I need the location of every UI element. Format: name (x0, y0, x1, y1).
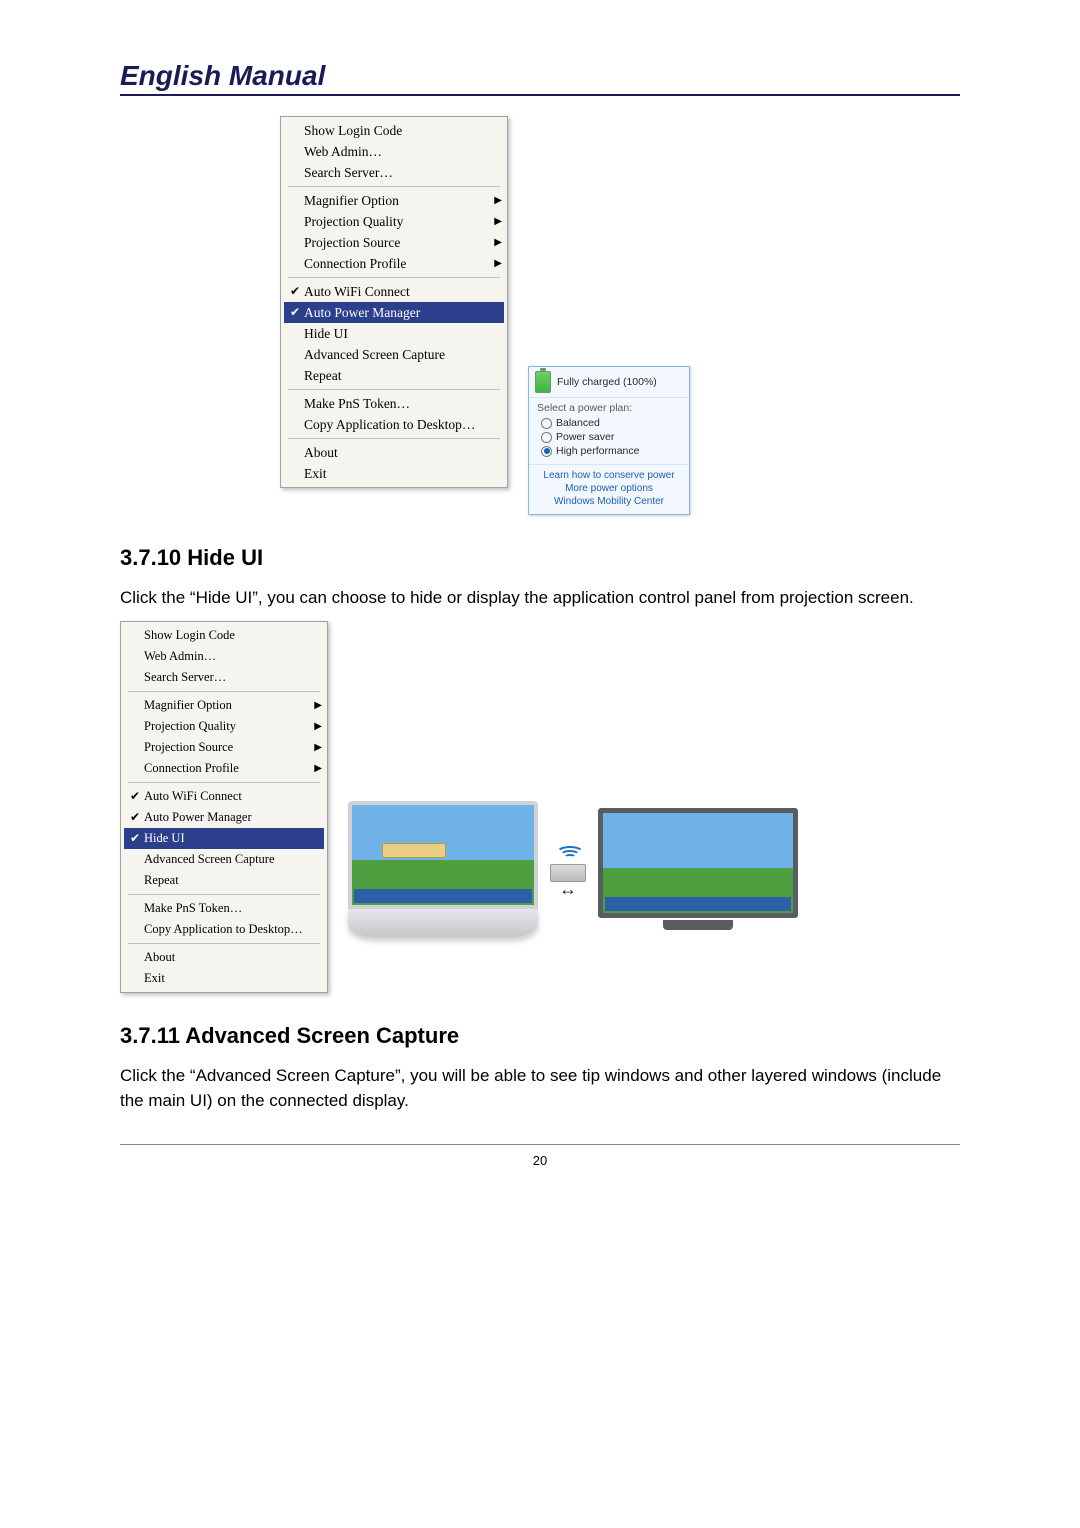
submenu-arrow-icon: ▶ (490, 237, 502, 248)
context-menu-2: Show Login Code Web Admin… Search Server… (120, 621, 328, 993)
section-heading-adv-capture: 3.7.11 Advanced Screen Capture (120, 1023, 960, 1049)
laptop-icon (348, 801, 538, 937)
menu-item-repeat[interactable]: Repeat (124, 870, 324, 891)
power-link[interactable]: Learn how to conserve power (537, 469, 681, 482)
menu-item-about[interactable]: About (284, 442, 504, 463)
projection-illustration: ↔ (348, 801, 798, 937)
battery-icon (535, 371, 551, 393)
menu-item[interactable]: Make PnS Token… (284, 393, 504, 414)
power-plan-option[interactable]: Power saver (537, 430, 681, 444)
radio-icon (541, 418, 552, 429)
submenu-arrow-icon: ▶ (490, 258, 502, 269)
menu-item[interactable]: Magnifier Option▶ (124, 695, 324, 716)
page-number: 20 (533, 1153, 547, 1168)
menu-item-adv-screen-capture[interactable]: Advanced Screen Capture (124, 849, 324, 870)
checkmark-icon: ✔ (126, 831, 144, 846)
menu-item[interactable]: Connection Profile▶ (284, 253, 504, 274)
menu-item[interactable]: Projection Quality▶ (284, 211, 504, 232)
menu-item[interactable]: Magnifier Option▶ (284, 190, 504, 211)
menu-item[interactable]: Search Server… (284, 162, 504, 183)
menu-item[interactable]: Make PnS Token… (124, 898, 324, 919)
menu-item-repeat[interactable]: Repeat (284, 365, 504, 386)
menu-item-exit[interactable]: Exit (284, 463, 504, 484)
select-plan-label: Select a power plan: (537, 402, 681, 414)
menu-item-auto-wifi[interactable]: ✔Auto WiFi Connect (124, 786, 324, 807)
battery-status: Fully charged (100%) (557, 376, 657, 388)
menu-item-auto-power-manager[interactable]: ✔Auto Power Manager (124, 807, 324, 828)
menu-item-auto-wifi[interactable]: ✔Auto WiFi Connect (284, 281, 504, 302)
menu-item[interactable]: Search Server… (124, 667, 324, 688)
page-header: English Manual (120, 60, 960, 96)
menu-item[interactable]: Projection Source▶ (284, 232, 504, 253)
power-plan-option[interactable]: Balanced (537, 416, 681, 430)
menu-item[interactable]: Copy Application to Desktop… (284, 414, 504, 435)
menu-item[interactable]: Copy Application to Desktop… (124, 919, 324, 940)
context-menu-1: Show Login Code Web Admin… Search Server… (280, 116, 508, 488)
menu-item[interactable]: Show Login Code (284, 120, 504, 141)
submenu-arrow-icon: ▶ (310, 700, 322, 711)
menu-item-about[interactable]: About (124, 947, 324, 968)
menu-item-exit[interactable]: Exit (124, 968, 324, 989)
menu-item[interactable]: Web Admin… (284, 141, 504, 162)
power-plan-option[interactable]: High performance (537, 444, 681, 458)
menu-item-auto-power-manager[interactable]: ✔Auto Power Manager (284, 302, 504, 323)
menu-item[interactable]: Projection Quality▶ (124, 716, 324, 737)
power-popup: Fully charged (100%) Select a power plan… (528, 366, 690, 515)
menu-item-hide-ui[interactable]: Hide UI (284, 323, 504, 344)
menu-item[interactable]: Projection Source▶ (124, 737, 324, 758)
checkmark-icon: ✔ (286, 305, 304, 320)
submenu-arrow-icon: ▶ (490, 195, 502, 206)
submenu-arrow-icon: ▶ (490, 216, 502, 227)
submenu-arrow-icon: ▶ (310, 742, 322, 753)
power-link[interactable]: More power options (537, 482, 681, 495)
menu-item[interactable]: Web Admin… (124, 646, 324, 667)
checkmark-icon: ✔ (126, 810, 144, 825)
submenu-arrow-icon: ▶ (310, 721, 322, 732)
menu-item-adv-screen-capture[interactable]: Advanced Screen Capture (284, 344, 504, 365)
wireless-router-icon: ↔ (548, 844, 588, 894)
radio-icon (541, 446, 552, 457)
submenu-arrow-icon: ▶ (310, 763, 322, 774)
monitor-icon (598, 808, 798, 930)
section-text-hide-ui: Click the “Hide UI”, you can choose to h… (120, 585, 960, 611)
menu-item[interactable]: Show Login Code (124, 625, 324, 646)
radio-icon (541, 432, 552, 443)
power-link[interactable]: Windows Mobility Center (537, 495, 681, 508)
checkmark-icon: ✔ (126, 789, 144, 804)
menu-item[interactable]: Connection Profile▶ (124, 758, 324, 779)
checkmark-icon: ✔ (286, 284, 304, 299)
section-heading-hide-ui: 3.7.10 Hide UI (120, 545, 960, 571)
section-text-adv-capture: Click the “Advanced Screen Capture”, you… (120, 1063, 960, 1114)
menu-item-hide-ui[interactable]: ✔Hide UI (124, 828, 324, 849)
